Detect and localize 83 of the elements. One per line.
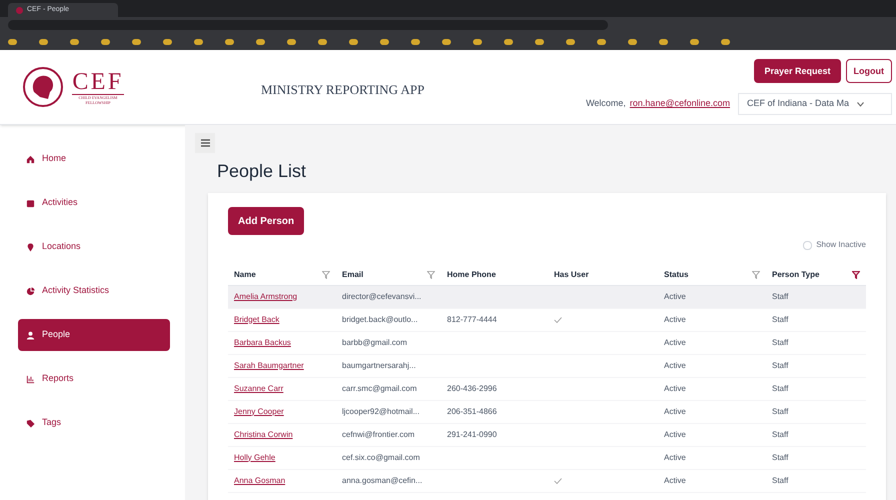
logout-button[interactable]: Logout <box>846 59 892 84</box>
email-text: anna.gosman@cefin... <box>342 476 422 484</box>
status-text: Active <box>664 292 686 300</box>
organization-select[interactable]: CEF of Indiana - Data Ma <box>738 93 892 115</box>
add-person-button[interactable]: Add Person <box>228 207 304 235</box>
column-header[interactable]: Name <box>234 268 256 281</box>
app-title: MINISTRY REPORTING APP <box>261 82 424 97</box>
person-name-link[interactable]: Amelia Armstrong <box>234 292 298 300</box>
status-text: Active <box>664 384 686 392</box>
email-text: baumgartnersarahj... <box>342 360 416 370</box>
sidebar-item[interactable]: Reports <box>18 363 170 395</box>
tag-icon <box>26 418 35 428</box>
person-name-link[interactable]: Jenny Cooper <box>234 406 284 416</box>
logo-icon <box>22 66 64 108</box>
person-type-text: Staff <box>772 338 788 346</box>
column-header[interactable]: Person Type <box>772 268 820 281</box>
phone-text: 812-777-4444 <box>447 314 497 324</box>
table-row[interactable]: Christina Corwin cefnwi@frontier.com 291-241-0990 Active Staff <box>228 423 866 446</box>
prayer-request-button[interactable]: Prayer Request <box>754 59 840 84</box>
sidebar-item[interactable]: People <box>18 319 170 351</box>
sidebar-item[interactable]: Locations <box>18 231 170 263</box>
person-name-link[interactable]: Anna Gosman <box>234 476 286 484</box>
person-name-link[interactable]: Sarah Baumgartner <box>234 360 304 370</box>
email-text: ljcooper92@hotmail... <box>342 406 420 416</box>
map-pin-icon <box>26 242 35 252</box>
person-name-link[interactable]: Barbara Backus <box>234 338 291 346</box>
table-row[interactable]: Holly Gehle cef.six.co@gmail.com Active Staff <box>228 446 866 469</box>
person-type-text: Staff <box>772 430 788 438</box>
person-type-text: Staff <box>772 452 788 462</box>
table-row[interactable]: Barbara Backus barbb@gmail.com Active Staff <box>228 331 866 354</box>
person-type-text: Staff <box>772 476 788 484</box>
status-text: Active <box>664 452 686 462</box>
person-type-text: Staff <box>772 360 788 370</box>
table-row[interactable]: Jenny Cooper ljcooper92@hotmail... 206-351-4866 Active Staff <box>228 400 866 423</box>
person-name-link[interactable]: Bridget Back <box>234 314 280 324</box>
email-text: bridget.back@outlo... <box>342 314 418 324</box>
status-text: Active <box>664 338 686 346</box>
person-type-text: Staff <box>772 314 788 324</box>
home-icon <box>26 154 35 164</box>
person-name-link[interactable]: Christina Corwin <box>234 430 293 438</box>
column-header[interactable]: Status <box>664 268 688 281</box>
chevron-down-icon <box>857 102 864 106</box>
phone-text: 291-241-0990 <box>447 430 497 438</box>
person-type-text: Staff <box>772 384 788 392</box>
column-header[interactable]: Has User <box>554 268 589 281</box>
favicon-icon <box>16 6 23 14</box>
phone-text: 206-351-4866 <box>447 406 497 416</box>
email-text: cefnwi@frontier.com <box>342 430 415 438</box>
email-text: director@cefevansvi... <box>342 292 422 300</box>
column-header[interactable]: Home Phone <box>447 268 496 281</box>
sidebar-item[interactable]: Home <box>18 143 170 175</box>
column-header[interactable]: Email <box>342 268 364 281</box>
person-name-link[interactable]: Suzanne Carr <box>234 384 284 392</box>
table-row[interactable]: Sarah Baumgartner baumgartnersarahj... Active Staff <box>228 354 866 377</box>
user-icon <box>26 330 35 340</box>
table-row[interactable]: Bridget Back bridget.back@outlo... 812-777-4444 Active Staff <box>228 308 866 331</box>
email-text: barbb@gmail.com <box>342 338 408 346</box>
person-type-text: Staff <box>772 406 788 416</box>
status-text: Active <box>664 360 686 370</box>
table-row[interactable]: Anna Gosman anna.gosman@cefin... Active Staff <box>228 469 866 492</box>
menu-icon <box>200 139 210 147</box>
page-title: People List <box>217 160 308 183</box>
welcome-text: Welcome, <box>586 97 626 110</box>
menu-toggle-button[interactable] <box>195 133 215 153</box>
phone-text: 260-436-2996 <box>447 384 497 392</box>
logo-text: CEF <box>72 70 124 94</box>
filter-icon[interactable] <box>852 270 860 279</box>
table-row[interactable]: Suzanne Carr carr.smc@gmail.com 260-436-2996 Active Staff <box>228 377 866 400</box>
bar-chart-icon <box>26 374 35 384</box>
status-text: Active <box>664 406 686 416</box>
email-text: carr.smc@gmail.com <box>342 384 417 392</box>
show-inactive-label: Show Inactive <box>816 239 866 251</box>
sidebar-item[interactable]: Activity Statistics <box>18 275 170 307</box>
pie-chart-icon <box>26 286 35 296</box>
email-text: cef.six.co@gmail.com <box>342 452 420 462</box>
person-name-link[interactable]: Holly Gehle <box>234 452 276 462</box>
status-text: Active <box>664 476 686 484</box>
status-text: Active <box>664 314 686 324</box>
sidebar-item[interactable]: Activities <box>18 187 170 219</box>
user-email-link[interactable]: ron.hane@cefonline.com <box>630 97 730 111</box>
sidebar-item[interactable]: Tags <box>18 407 170 439</box>
status-text: Active <box>664 430 686 438</box>
person-type-text: Staff <box>772 292 788 300</box>
